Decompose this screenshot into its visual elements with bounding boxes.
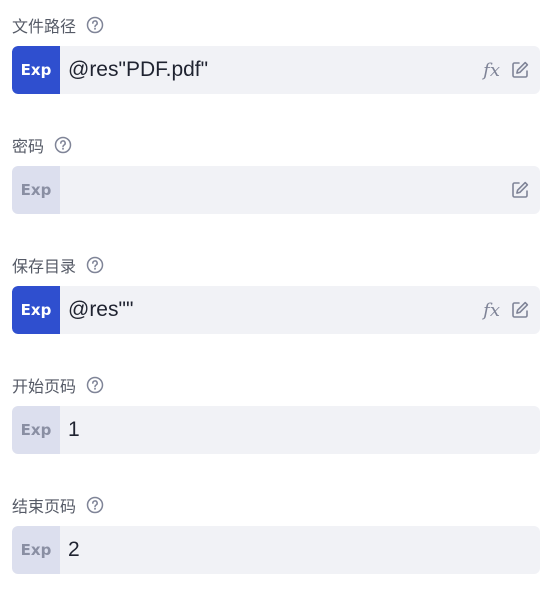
field-save-dir-label-row: 保存目录 <box>12 253 104 277</box>
edit-icon[interactable] <box>510 300 530 320</box>
field-label-start-page: 开始页码 <box>12 377 77 396</box>
fx-icon[interactable]: fx <box>483 60 500 81</box>
start-page-value[interactable]: 1 <box>60 418 540 442</box>
help-icon[interactable] <box>86 16 104 34</box>
field-label-save-dir: 保存目录 <box>12 257 77 276</box>
field-label-file-path: 文件路径 <box>12 17 77 36</box>
field-start-page-label-row: 开始页码 <box>12 373 104 397</box>
exp-toggle-file-path[interactable]: Exp <box>12 46 60 94</box>
exp-toggle-password[interactable]: Exp <box>12 166 60 214</box>
edit-icon[interactable] <box>510 60 530 80</box>
password-input[interactable]: Exp <box>12 166 540 214</box>
save-dir-value[interactable]: @res"" <box>60 298 483 322</box>
start-page-input[interactable]: Exp 1 <box>12 406 540 454</box>
file-path-value[interactable]: @res"PDF.pdf" <box>60 58 483 82</box>
help-icon[interactable] <box>86 256 104 274</box>
end-page-value[interactable]: 2 <box>60 538 540 562</box>
edit-icon[interactable] <box>510 180 530 200</box>
field-end-page-label-row: 结束页码 <box>12 493 104 517</box>
save-dir-input[interactable]: Exp @res"" fx <box>12 286 540 334</box>
field-label-end-page: 结束页码 <box>12 497 77 516</box>
field-file-path-label-row: 文件路径 <box>12 13 104 37</box>
exp-toggle-save-dir[interactable]: Exp <box>12 286 60 334</box>
exp-toggle-start-page[interactable]: Exp <box>12 406 60 454</box>
exp-toggle-end-page[interactable]: Exp <box>12 526 60 574</box>
end-page-input[interactable]: Exp 2 <box>12 526 540 574</box>
help-icon[interactable] <box>86 496 104 514</box>
field-label-password: 密码 <box>12 137 45 156</box>
help-icon[interactable] <box>86 376 104 394</box>
field-password-label-row: 密码 <box>12 133 72 157</box>
help-icon[interactable] <box>54 136 72 154</box>
file-path-input[interactable]: Exp @res"PDF.pdf" fx <box>12 46 540 94</box>
fx-icon[interactable]: fx <box>483 300 500 321</box>
